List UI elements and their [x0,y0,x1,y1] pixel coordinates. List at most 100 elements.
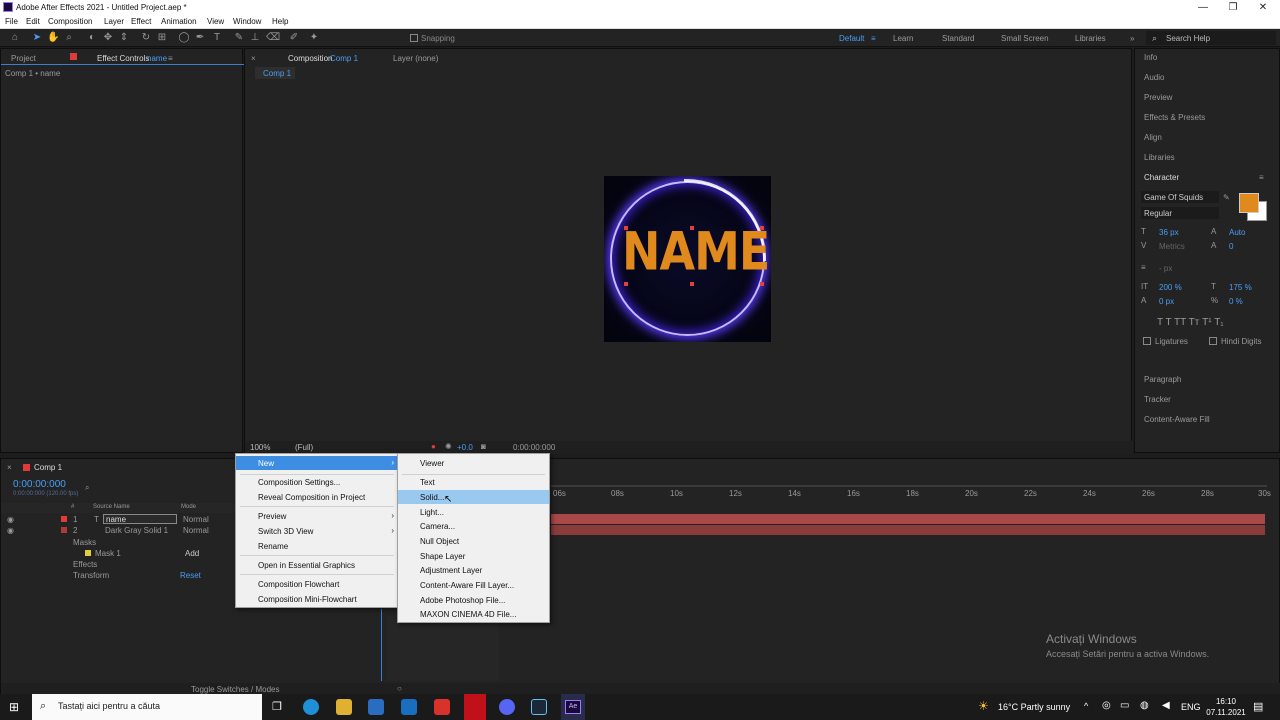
ligatures-checkbox[interactable] [1143,337,1151,345]
layer-mode[interactable]: Normal [183,515,209,524]
menu-item-preview[interactable]: Preview › [236,509,398,523]
menu-effect[interactable]: Effect [131,17,151,26]
brush-tool-icon[interactable]: ✎ [233,32,245,44]
menu-item-light[interactable]: Light... [398,505,549,519]
resolution-select[interactable]: (Full) [295,443,313,452]
zoom-level[interactable]: 100% [250,443,270,452]
workspace-menu-icon[interactable]: ≡ [871,34,876,43]
menu-item-null-object[interactable]: Null Object [398,534,549,548]
notifications-icon[interactable]: ▤ [1253,700,1263,713]
playhead[interactable] [381,609,382,681]
search-layers-icon[interactable]: ⌕ [85,483,89,493]
snapping-checkbox[interactable] [410,34,418,42]
panel-audio[interactable]: Audio [1144,73,1164,82]
tab-project[interactable]: Project [11,54,36,63]
faux-styles-icons[interactable]: T T TT Tт T¹ T₁ [1157,317,1224,328]
menu-item-rename[interactable]: Rename [236,539,398,553]
lock-icon[interactable] [70,53,77,60]
fill-color-swatch[interactable] [1239,193,1259,213]
restore-button[interactable]: ❐ [1218,0,1248,15]
hand-tool-icon[interactable]: ✋ [47,32,59,44]
toggle-switches-modes[interactable]: Toggle Switches / Modes [191,685,280,694]
transform-reset-link[interactable]: Reset [180,571,201,580]
text-handle[interactable] [760,226,764,230]
effects-group[interactable]: Effects [73,560,97,569]
font-size-value[interactable]: 36 px [1159,228,1179,237]
menu-item-solid[interactable]: Solid... [398,490,549,504]
workspace-standard[interactable]: Standard [942,34,974,43]
workspace-default[interactable]: Default [839,34,864,43]
character-menu-icon[interactable]: ≡ [1259,173,1264,182]
timeline-timecode[interactable]: 0:00:00:000 [13,479,66,490]
vertical-scale-value[interactable]: 200 % [1159,283,1182,292]
wifi-icon[interactable]: ◍ [1140,700,1149,711]
store-icon[interactable] [368,699,384,715]
snapshot-icon[interactable]: ◙ [481,442,486,451]
panel-paragraph[interactable]: Paragraph [1144,375,1181,384]
type-tool-icon[interactable]: T [211,32,223,44]
active-comp-tab[interactable]: Comp 1 [255,67,295,79]
text-handle[interactable] [624,226,628,230]
discord-icon[interactable] [499,699,515,715]
steam-icon[interactable] [531,699,547,715]
clock[interactable]: 16:10 07.11.2021 [1206,696,1246,718]
pen-tool-icon[interactable]: ✒ [194,32,206,44]
menu-edit[interactable]: Edit [26,17,40,26]
menu-help[interactable]: Help [272,17,288,26]
zoom-slider-icon[interactable]: ○ [397,684,402,693]
workspace-overflow-icon[interactable]: » [1130,34,1134,43]
exposure-value[interactable]: +0.0 [457,443,473,452]
menu-item-cinema4d-file[interactable]: MAXON CINEMA 4D File... [398,607,549,621]
composition-canvas[interactable]: NAME [604,176,771,342]
rotate-tool-icon[interactable]: ↻ [140,32,152,44]
menu-file[interactable]: File [5,17,18,26]
text-handle[interactable] [690,282,694,286]
tab-layer[interactable]: Layer (none) [393,54,438,63]
weather-text[interactable]: 16°C Partly sunny [998,702,1070,712]
panel-preview[interactable]: Preview [1144,93,1172,102]
layer-row[interactable]: ◉ 1 T name Normal [1,514,237,525]
panel-character[interactable]: Character [1144,173,1179,182]
menu-item-shape-layer[interactable]: Shape Layer [398,549,549,563]
font-style-select[interactable]: Regular [1141,207,1219,219]
menu-item-content-aware-fill-layer[interactable]: Content-Aware Fill Layer... [398,578,549,592]
menu-item-open-essential-graphics[interactable]: Open in Essential Graphics [236,558,398,572]
puppet-pin-icon[interactable]: ✦ [308,32,320,44]
tray-chevron-icon[interactable]: ^ [1084,701,1088,711]
close-tab-icon[interactable]: × [7,463,12,472]
layer-color-label[interactable] [61,516,67,522]
menu-item-composition-settings[interactable]: Composition Settings... [236,475,398,489]
menu-composition[interactable]: Composition [48,17,92,26]
language-indicator[interactable]: ENG [1181,702,1201,712]
visibility-eye-icon[interactable]: ◉ [7,526,14,535]
text-handle[interactable] [624,282,628,286]
layer-bar[interactable] [551,525,1265,535]
eyedropper-icon[interactable]: ✎ [1223,193,1230,202]
panel-tracker[interactable]: Tracker [1144,395,1171,404]
panel-libraries[interactable]: Libraries [1144,153,1175,162]
transform-group[interactable]: Transform [73,571,109,580]
anchor-tool-icon[interactable]: ⊞ [156,32,168,44]
mask-mode-select[interactable]: Add [185,549,199,558]
menu-item-composition-mini-flowchart[interactable]: Composition Mini-Flowchart [236,592,398,606]
menu-item-composition-flowchart[interactable]: Composition Flowchart [236,577,398,591]
reset-exposure-icon[interactable]: ✺ [445,442,452,451]
office-icon[interactable] [434,699,450,715]
menu-item-viewer[interactable]: Viewer [398,456,549,470]
menu-item-new[interactable]: New › [236,456,398,470]
text-handle[interactable] [760,282,764,286]
menu-item-photoshop-file[interactable]: Adobe Photoshop File... [398,593,549,607]
panel-content-aware-fill[interactable]: Content-Aware Fill [1144,415,1210,424]
network-icon[interactable]: ◎ [1102,700,1111,711]
timeline-comp-tab[interactable]: Comp 1 [34,463,62,472]
mask-1[interactable]: Mask 1 [95,549,121,558]
menu-animation[interactable]: Animation [161,17,197,26]
tab-effect-controls[interactable]: Effect Controls [97,54,149,63]
tracking-value[interactable]: 0 [1229,242,1233,251]
roto-brush-icon[interactable]: ✐ [288,32,300,44]
kerning-value[interactable]: Metrics [1159,242,1185,251]
baseline-shift-value[interactable]: 0 px [1159,297,1174,306]
clone-stamp-icon[interactable]: ⊥ [249,32,261,44]
menu-window[interactable]: Window [233,17,261,26]
menu-item-switch-3d-view[interactable]: Switch 3D View › [236,524,398,538]
